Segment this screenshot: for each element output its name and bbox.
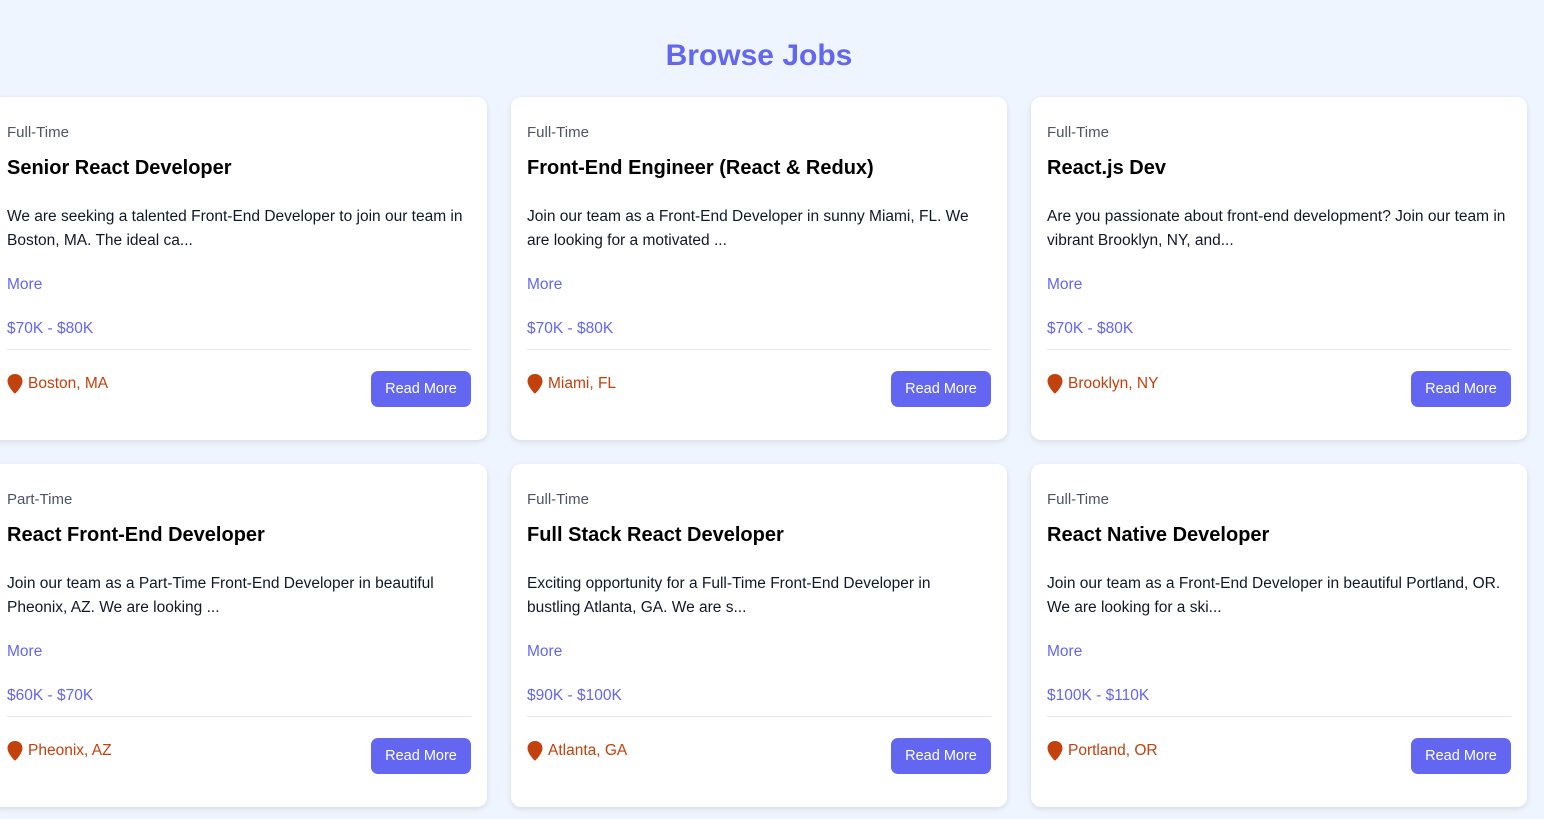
job-title: Full Stack React Developer [527,524,784,546]
map-pin-icon [1047,741,1063,761]
job-title: Front-End Engineer (React & Redux) [527,157,874,179]
job-location: Brooklyn, NY [1047,374,1158,394]
read-more-button[interactable]: Read More [371,738,471,774]
job-title: React Front-End Developer [7,524,265,546]
job-salary: $70K - $80K [527,320,614,337]
map-pin-icon [7,741,23,761]
job-description: Join our team as a Front-End Developer i… [1047,575,1501,616]
job-type: Full-Time [527,491,589,508]
job-location: Atlanta, GA [527,741,627,761]
divider [7,716,471,717]
map-pin-icon [527,741,543,761]
job-location: Pheonix, AZ [7,741,112,761]
job-card: Part-Time React Front-End Developer Join… [0,464,487,807]
job-card: Full-Time Front-End Engineer (React & Re… [511,97,1007,440]
location-text: Portland, OR [1068,742,1158,759]
divider [1047,349,1511,350]
job-salary: $90K - $100K [527,687,622,704]
job-card: Full-Time Full Stack React Developer Exc… [511,464,1007,807]
divider [527,716,991,717]
job-card: Full-Time Senior React Developer We are … [0,97,487,440]
job-card: Full-Time React Native Developer Join ou… [1031,464,1527,807]
page-title: Browse Jobs [665,39,853,72]
job-location: Portland, OR [1047,741,1158,761]
job-salary: $70K - $80K [7,320,94,337]
read-more-button[interactable]: Read More [1411,738,1511,774]
more-toggle[interactable]: More [1047,276,1082,294]
job-location: Miami, FL [527,374,616,394]
location-text: Pheonix, AZ [28,742,112,759]
job-type: Full-Time [1047,124,1109,141]
more-toggle[interactable]: More [1047,643,1082,661]
map-pin-icon [527,374,543,394]
more-toggle[interactable]: More [7,276,42,294]
job-salary: $100K - $110K [1047,687,1150,704]
job-grid: Full-Time Senior React Developer We are … [0,97,1527,807]
more-toggle[interactable]: More [527,276,562,294]
job-title: React Native Developer [1047,524,1270,546]
read-more-button[interactable]: Read More [891,371,991,407]
map-pin-icon [7,374,23,394]
read-more-button[interactable]: Read More [371,371,471,407]
job-description: Join our team as a Front-End Developer i… [527,208,969,249]
job-card: Full-Time React.js Dev Are you passionat… [1031,97,1527,440]
job-title: Senior React Developer [7,157,232,179]
location-text: Atlanta, GA [548,742,628,759]
more-toggle[interactable]: More [7,643,42,661]
job-type: Full-Time [1047,491,1109,508]
job-type: Full-Time [527,124,589,141]
divider [1047,716,1511,717]
job-description: Exciting opportunity for a Full-Time Fro… [527,575,931,616]
more-toggle[interactable]: More [527,643,562,661]
job-salary: $60K - $70K [7,687,94,704]
job-description: Are you passionate about front-end devel… [1047,208,1506,249]
location-text: Boston, MA [28,375,109,392]
job-salary: $70K - $80K [1047,320,1134,337]
location-text: Miami, FL [548,375,617,392]
divider [527,349,991,350]
location-text: Brooklyn, NY [1068,375,1159,392]
job-title: React.js Dev [1047,157,1166,179]
job-description: Join our team as a Part-Time Front-End D… [7,575,434,616]
read-more-button[interactable]: Read More [1411,371,1511,407]
job-description: We are seeking a talented Front-End Deve… [7,208,463,249]
divider [7,349,471,350]
job-type: Full-Time [7,124,69,141]
job-type: Part-Time [7,491,73,508]
map-pin-icon [1047,374,1063,394]
read-more-button[interactable]: Read More [891,738,991,774]
job-location: Boston, MA [7,374,108,394]
